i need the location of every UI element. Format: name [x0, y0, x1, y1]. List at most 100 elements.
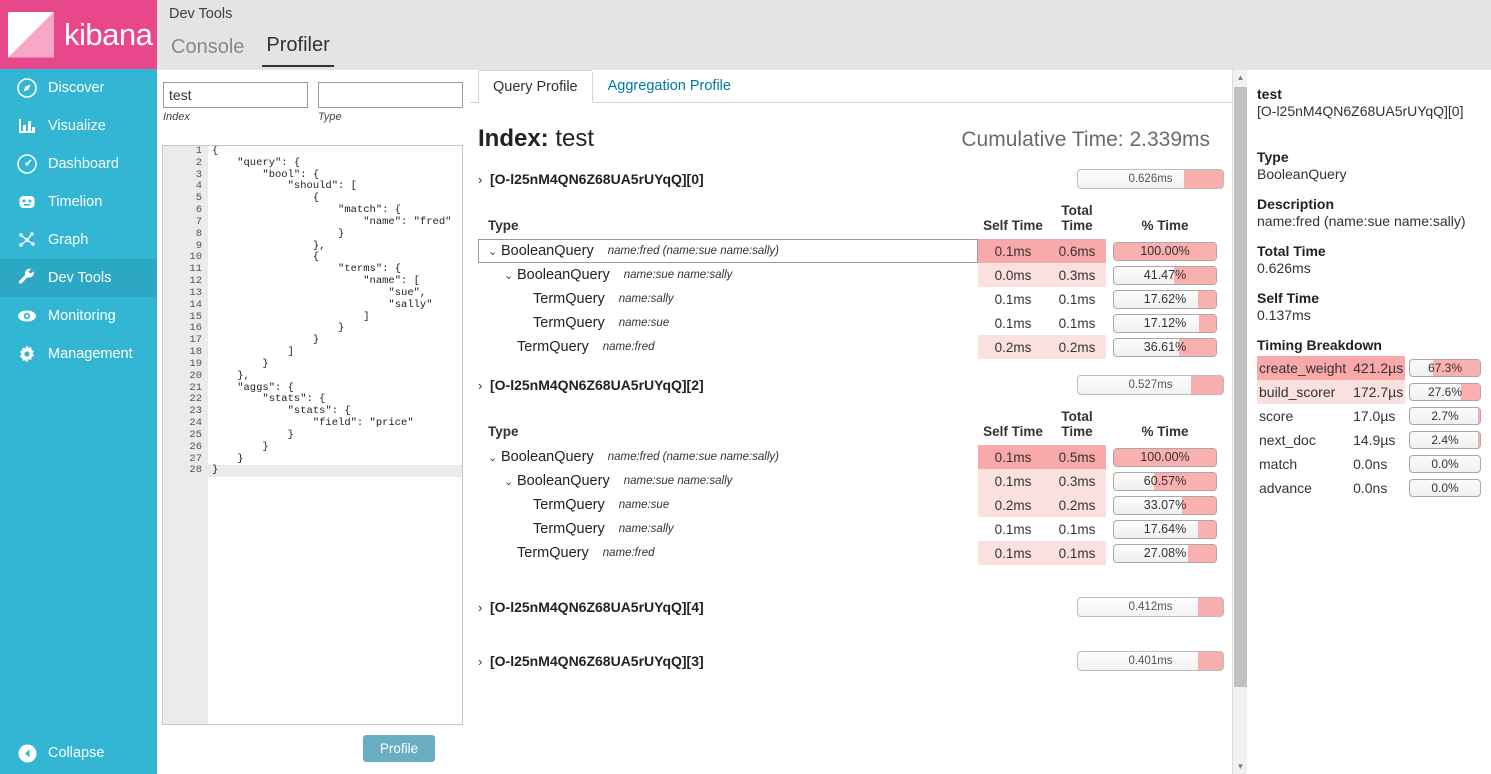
- shard-header[interactable]: ›[O-l25nM4QN6Z68UA5rUYqQ][3]0.401ms: [478, 649, 1224, 673]
- code-line-number: 13: [163, 288, 208, 300]
- type-input[interactable]: [318, 82, 463, 108]
- cell-self-time: 0.1ms: [978, 239, 1048, 263]
- sidebar-item-label: Monitoring: [48, 308, 116, 324]
- table-row[interactable]: TermQueryname:sue0.1ms0.1ms17.12%: [478, 311, 1224, 335]
- shard-header[interactable]: ›[O-l25nM4QN6Z68UA5rUYqQ][0]0.626ms: [478, 167, 1224, 191]
- collapse-nav-button[interactable]: Collapse: [0, 732, 157, 774]
- pct-time-bar: 17.64%: [1113, 520, 1217, 539]
- shard-block: ›[O-l25nM4QN6Z68UA5rUYqQ][4]0.412ms: [478, 595, 1224, 619]
- cell-type: TermQueryname:fred: [478, 335, 978, 359]
- code-line-number: 19: [163, 359, 208, 371]
- cell-type: TermQueryname:sally: [478, 287, 978, 311]
- row-expand-chevron-icon[interactable]: ⌄: [488, 245, 501, 258]
- editor-code-area[interactable]: { "query": { "bool": { "should": [ { "ma…: [208, 146, 462, 724]
- row-type-name: TermQuery: [517, 545, 589, 561]
- pct-time-bar: 27.08%: [1113, 544, 1217, 563]
- shard-expand-chevron-icon[interactable]: ›: [478, 600, 490, 615]
- breakdown-pct-label: 0.0%: [1410, 480, 1480, 496]
- row-type-name: TermQuery: [533, 315, 605, 331]
- type-field-group: Type: [318, 82, 463, 123]
- shard-expand-chevron-icon[interactable]: ›: [478, 172, 490, 187]
- shard-block: ›[O-l25nM4QN6Z68UA5rUYqQ][3]0.401ms: [478, 649, 1224, 673]
- shard-expand-chevron-icon[interactable]: ›: [478, 654, 490, 669]
- table-row[interactable]: ⌄BooleanQueryname:sue name:sally0.0ms0.3…: [478, 263, 1224, 287]
- code-line: }: [208, 430, 462, 442]
- global-nav-sidebar: kibana Discover Visualize Dashboard Timelio…: [0, 0, 157, 774]
- breakdown-key: build_scorer: [1257, 380, 1349, 404]
- cell-self-time: 0.2ms: [978, 335, 1048, 359]
- row-expand-chevron-icon[interactable]: ⌄: [488, 451, 501, 464]
- shard-header[interactable]: ›[O-l25nM4QN6Z68UA5rUYqQ][2]0.527ms: [478, 373, 1224, 397]
- pct-time-bar: 100.00%: [1113, 448, 1217, 467]
- scrollbar-thumb[interactable]: [1234, 87, 1247, 687]
- sidebar-item-label: Timelion: [48, 194, 102, 210]
- index-summary-header: Index: test Cumulative Time: 2.339ms: [470, 103, 1232, 153]
- shard-time-bar: 0.527ms: [1077, 375, 1224, 395]
- shard-header[interactable]: ›[O-l25nM4QN6Z68UA5rUYqQ][4]0.412ms: [478, 595, 1224, 619]
- profile-tab-list: Query ProfileAggregation Profile: [470, 70, 1232, 103]
- scroll-down-arrow-icon[interactable]: ▼: [1233, 759, 1248, 774]
- table-row[interactable]: TermQueryname:sue0.2ms0.2ms33.07%: [478, 493, 1224, 517]
- detail-index-name: test: [1257, 86, 1481, 102]
- sidebar-item-discover[interactable]: Discover: [0, 69, 157, 107]
- cell-self-time: 0.2ms: [978, 493, 1048, 517]
- table-row[interactable]: ⌄BooleanQueryname:sue name:sally0.1ms0.3…: [478, 469, 1224, 493]
- breakdown-pct-label: 67.3%: [1410, 360, 1480, 376]
- table-row[interactable]: TermQueryname:fred0.1ms0.1ms27.08%: [478, 541, 1224, 565]
- column-header-total-time: Total Time: [1048, 403, 1106, 445]
- cell-total-time: 0.2ms: [1048, 335, 1106, 359]
- sidebar-item-management[interactable]: Management: [0, 335, 157, 373]
- profile-button[interactable]: Profile: [363, 735, 435, 762]
- row-expand-chevron-icon[interactable]: ⌄: [504, 269, 517, 282]
- cell-self-time: 0.1ms: [978, 287, 1048, 311]
- table-header-row: TypeSelf TimeTotal Time% Time: [478, 197, 1224, 239]
- row-type-name: BooleanQuery: [517, 267, 610, 283]
- sidebar-item-label: Discover: [48, 80, 104, 96]
- pct-time-label: 60.57%: [1114, 473, 1216, 490]
- main-scrollbar[interactable]: ▲ ▼: [1232, 70, 1247, 774]
- profile-results-panel: Query ProfileAggregation Profile Index: …: [470, 70, 1232, 774]
- compass-icon: [12, 78, 42, 98]
- app-tab-console[interactable]: Console: [167, 36, 248, 67]
- cell-pct-time: 27.08%: [1106, 541, 1224, 565]
- tab-aggregation-profile[interactable]: Aggregation Profile: [593, 70, 746, 102]
- cell-pct-time: 17.64%: [1106, 517, 1224, 541]
- json-code-editor[interactable]: 1234567891011121314151617181920212223242…: [162, 145, 463, 725]
- table-row[interactable]: TermQueryname:fred0.2ms0.2ms36.61%: [478, 335, 1224, 359]
- app-tab-profiler[interactable]: Profiler: [262, 34, 333, 67]
- row-description: name:sue name:sally: [624, 269, 733, 281]
- breakdown-value: 421.2µs: [1349, 356, 1405, 380]
- detail-description-value: name:fred (name:sue name:sally): [1257, 213, 1481, 229]
- sidebar-item-graph[interactable]: Graph: [0, 221, 157, 259]
- tab-query-profile[interactable]: Query Profile: [478, 70, 593, 103]
- timing-breakdown-row: advance0.0ns0.0%: [1257, 476, 1481, 500]
- row-expand-chevron-icon[interactable]: ⌄: [504, 475, 517, 488]
- code-line: }: [208, 229, 462, 241]
- breakdown-key: score: [1257, 404, 1349, 428]
- table-row[interactable]: TermQueryname:sally0.1ms0.1ms17.62%: [478, 287, 1224, 311]
- row-description: name:sue: [619, 499, 670, 511]
- sidebar-item-label: Visualize: [48, 118, 106, 134]
- shard-time-bar: 0.401ms: [1077, 651, 1224, 671]
- sidebar-item-visualize[interactable]: Visualize: [0, 107, 157, 145]
- pct-time-label: 41.47%: [1114, 267, 1216, 284]
- detail-description-label: Description: [1257, 196, 1481, 212]
- shard-expand-chevron-icon[interactable]: ›: [478, 378, 490, 393]
- sidebar-item-dashboard[interactable]: Dashboard: [0, 145, 157, 183]
- gear-icon: [12, 344, 42, 364]
- sidebar-item-monitoring[interactable]: Monitoring: [0, 297, 157, 335]
- cumulative-time-label: Cumulative Time: 2.339ms: [961, 128, 1210, 152]
- index-input[interactable]: [163, 82, 308, 108]
- sidebar-item-timelion[interactable]: Timelion: [0, 183, 157, 221]
- kibana-logo[interactable]: kibana: [0, 0, 157, 69]
- pct-time-label: 17.12%: [1114, 315, 1216, 332]
- scroll-up-arrow-icon[interactable]: ▲: [1233, 70, 1248, 85]
- table-row[interactable]: TermQueryname:sally0.1ms0.1ms17.64%: [478, 517, 1224, 541]
- column-header-type: Type: [478, 403, 978, 445]
- table-row[interactable]: ⌄BooleanQueryname:fred (name:sue name:sa…: [478, 239, 1224, 263]
- breakdown-pct-cell: 67.3%: [1405, 356, 1481, 380]
- sidebar-item-dev-tools[interactable]: Dev Tools: [0, 259, 157, 297]
- cell-total-time: 0.5ms: [1048, 445, 1106, 469]
- cell-self-time: 0.1ms: [978, 541, 1048, 565]
- table-row[interactable]: ⌄BooleanQueryname:fred (name:sue name:sa…: [478, 445, 1224, 469]
